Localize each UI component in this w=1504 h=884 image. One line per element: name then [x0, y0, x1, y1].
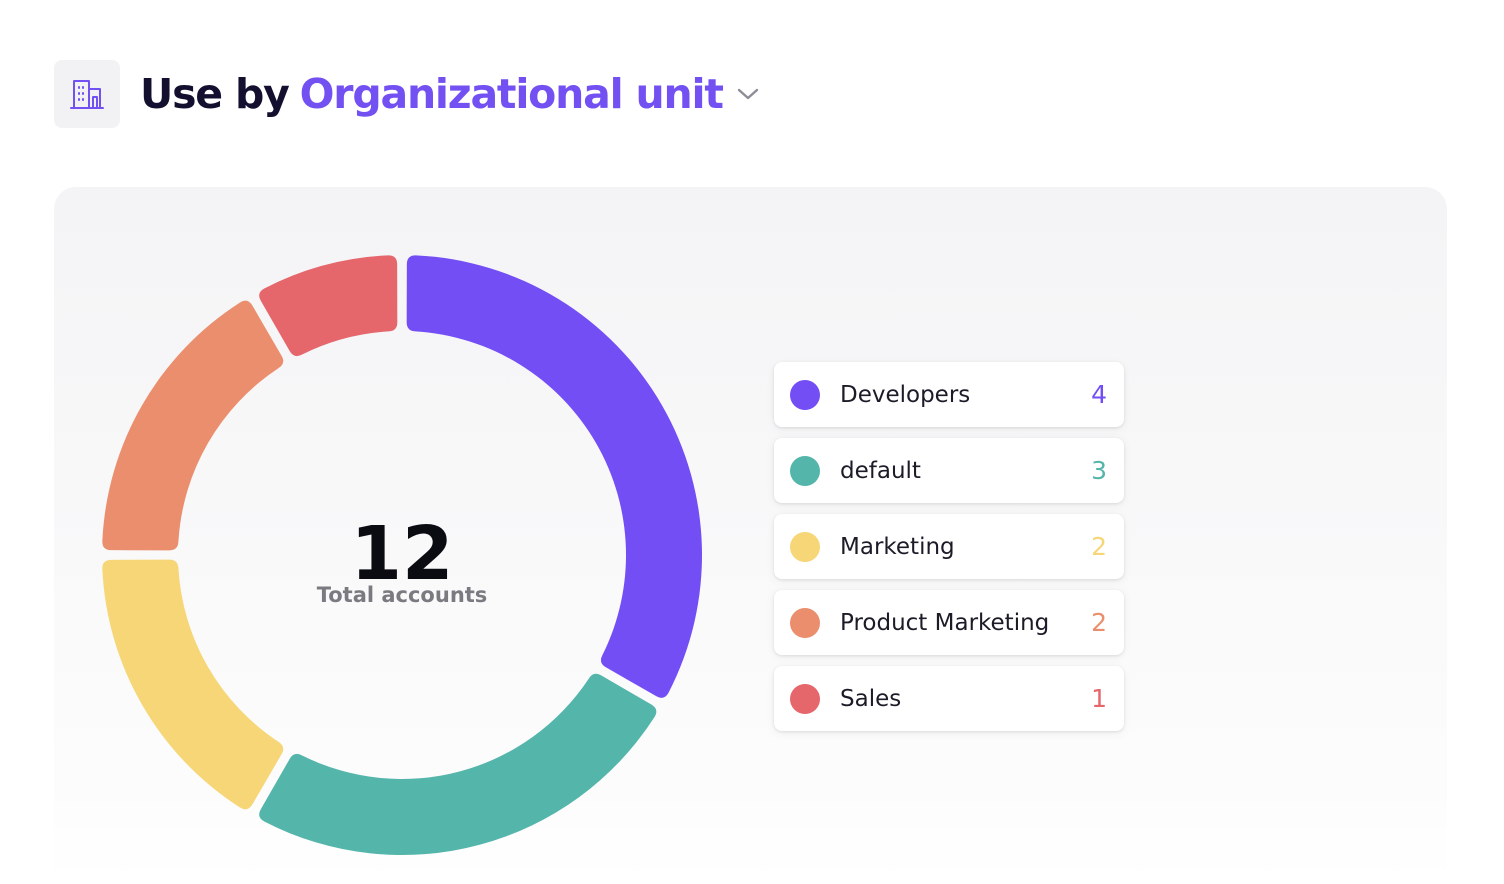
building-icon [54, 60, 120, 128]
total-accounts-label: Total accounts [317, 583, 488, 607]
chart-legend: Developers 4 default 3 Marketing 2 Product Mar… [774, 362, 1124, 742]
page-title: Use by Organizational unit [140, 70, 759, 118]
title-prefix: Use by [140, 70, 290, 118]
legend-color-dot [790, 683, 820, 714]
legend-value: 4 [1091, 380, 1107, 409]
section-header: Use by Organizational unit [54, 60, 759, 128]
legend-color-dot [790, 379, 820, 410]
legend-color-dot [790, 455, 820, 486]
legend-item-sales[interactable]: Sales 1 [774, 666, 1124, 731]
legend-value: 2 [1091, 532, 1107, 561]
legend-color-dot [790, 531, 820, 562]
donut-slice-marketing[interactable] [102, 559, 284, 810]
legend-label: Developers [840, 381, 971, 408]
donut-slice-developers[interactable] [406, 255, 702, 698]
legend-item-developers[interactable]: Developers 4 [774, 362, 1124, 427]
legend-item-marketing[interactable]: Marketing 2 [774, 514, 1124, 579]
legend-label: Sales [840, 685, 902, 712]
donut-chart: 12Total accounts [102, 255, 702, 856]
org-unit-selector[interactable]: Organizational unit [300, 70, 759, 118]
legend-label: Product Marketing [840, 609, 1050, 636]
legend-value: 1 [1091, 684, 1107, 713]
donut-slice-sales[interactable] [259, 255, 398, 357]
legend-item-default[interactable]: default 3 [774, 438, 1124, 503]
donut-slice-default[interactable] [259, 673, 657, 856]
legend-label: default [840, 457, 921, 484]
org-unit-selector-label: Organizational unit [299, 70, 724, 118]
legend-value: 3 [1091, 456, 1107, 485]
legend-item-product-marketing[interactable]: Product Marketing 2 [774, 590, 1124, 655]
chevron-down-icon [737, 87, 759, 101]
donut-slice-product-marketing[interactable] [102, 300, 284, 551]
legend-color-dot [790, 607, 820, 638]
legend-label: Marketing [840, 533, 955, 560]
legend-value: 2 [1091, 608, 1107, 637]
